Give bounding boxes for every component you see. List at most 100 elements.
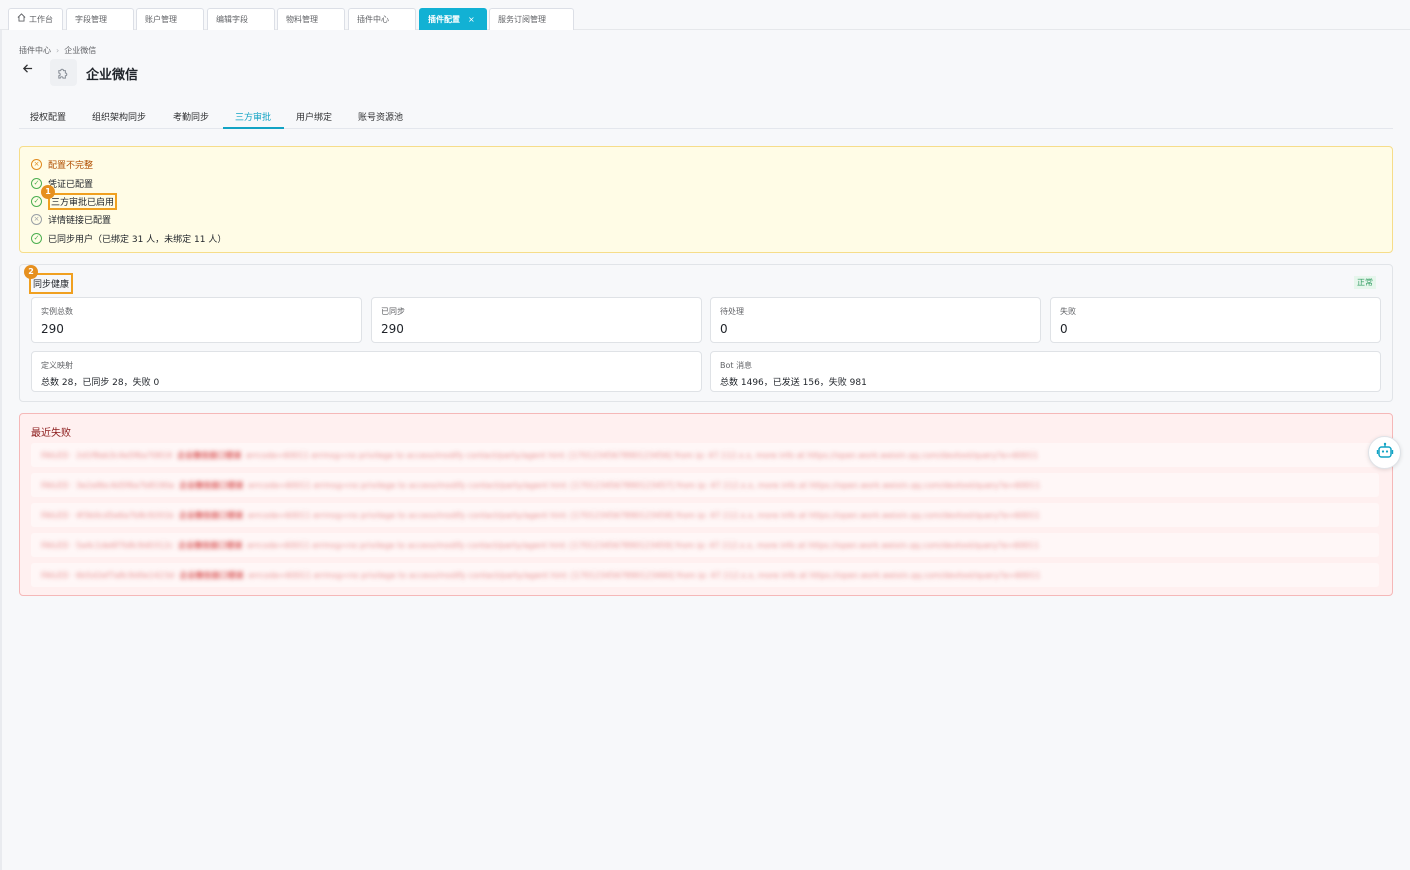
failure-message: errcode=60011 errmsg=no privilege to acc… — [246, 451, 1039, 460]
subtab-bar: 授权配置 组织架构同步 考勤同步 三方审批 用户绑定 账号资源池 — [19, 104, 1393, 129]
check-circle-icon: ✓ — [31, 195, 42, 207]
failure-text: FAILED · 5a4c1de6f7b8c9d0312c 企业微信接口错误 e… — [41, 540, 1039, 551]
close-icon[interactable]: × — [468, 15, 475, 24]
failure-row: FAILED · 5a4c1de6f7b8c9d0312c 企业微信接口错误 e… — [31, 533, 1379, 557]
failure-message: errcode=60011 errmsg=no privilege to acc… — [248, 481, 1041, 490]
checklist-item-text: 凭证已配置 — [48, 179, 94, 190]
failure-text: FAILED · 2d1f8ab3c4e5f6a70819 企业微信接口错误 e… — [41, 450, 1038, 461]
failure-message: errcode=60011 errmsg=no privilege to acc… — [247, 511, 1040, 520]
tab-account-pool[interactable]: 账号资源池 — [358, 110, 403, 123]
chevron-right-icon: › — [56, 46, 60, 55]
stat-value: 290 — [41, 322, 64, 336]
checklist-item-text: 详情链接已配置 — [48, 215, 112, 226]
detail-label: 定义映射 — [41, 361, 73, 370]
stat-synced: 已同步 290 — [371, 297, 702, 343]
failure-id: FAILED · 4f3b0cd5e6a7b8c9201b — [41, 511, 174, 520]
stat-value: 0 — [1060, 322, 1068, 336]
failure-id: FAILED · 6b5d2ef7a8c9d0e1423d — [41, 571, 175, 580]
left-border — [0, 30, 2, 870]
failure-row: FAILED · 2d1f8ab3c4e5f6a70819 企业微信接口错误 e… — [31, 443, 1379, 467]
tab-label: 编辑字段 — [216, 15, 248, 24]
tab-plugin-config[interactable]: 插件配置 × — [419, 8, 487, 30]
tab-attendance-sync[interactable]: 考勤同步 — [173, 110, 209, 123]
checklist-item: ✓ 已同步用户（已绑定 31 人，未绑定 11 人） — [31, 231, 226, 245]
annotation-badge: 2 — [24, 265, 38, 279]
tab-label: 插件中心 — [357, 15, 389, 24]
failure-row: FAILED · 4f3b0cd5e6a7b8c9201b 企业微信接口错误 e… — [31, 503, 1379, 527]
tab-org-sync[interactable]: 组织架构同步 — [92, 110, 146, 123]
breadcrumb-parent[interactable]: 插件中心 — [19, 46, 51, 55]
failure-type: 企业微信接口错误 — [177, 451, 242, 460]
tab-label: 插件配置 — [428, 15, 460, 24]
tab-user-binding[interactable]: 用户绑定 — [296, 110, 332, 123]
detail-bot-messages: Bot 消息 总数 1496，已发送 156，失败 981 — [710, 351, 1381, 392]
home-icon — [17, 9, 26, 30]
tab-material-management[interactable]: 物料管理 — [277, 8, 345, 30]
checklist-item-text: 已同步用户（已绑定 31 人，未绑定 11 人） — [48, 234, 227, 245]
tab-service-subscription[interactable]: 服务订阅管理 — [489, 8, 574, 30]
failure-type: 企业微信接口错误 — [178, 511, 243, 520]
stat-label: 失败 — [1060, 307, 1076, 316]
tab-label: 字段管理 — [75, 15, 107, 24]
stat-pending: 待处理 0 — [710, 297, 1041, 343]
check-circle-icon: ✓ — [31, 177, 42, 189]
stat-value: 290 — [381, 322, 404, 336]
tab-plugin-center[interactable]: 插件中心 — [348, 8, 416, 30]
tab-field-management[interactable]: 字段管理 — [66, 8, 134, 30]
back-arrow-icon[interactable] — [22, 63, 33, 78]
failure-type: 企业微信接口错误 — [178, 541, 243, 550]
recent-failures-panel: 最近失败 FAILED · 2d1f8ab3c4e5f6a70819 企业微信接… — [19, 413, 1393, 596]
status-badge: 正常 — [1354, 276, 1376, 289]
robot-assistant-button[interactable] — [1368, 436, 1401, 469]
failure-row: FAILED · 6b5d2ef7a8c9d0e1423d 企业微信接口错误 e… — [31, 563, 1379, 587]
warning-circle-icon: × — [31, 158, 42, 170]
stat-failed: 失败 0 — [1050, 297, 1381, 343]
failure-text: FAILED · 6b5d2ef7a8c9d0e1423d 企业微信接口错误 e… — [41, 570, 1040, 581]
check-circle-icon: ✓ — [31, 232, 42, 244]
stat-label: 待处理 — [720, 307, 744, 316]
tab-edit-field[interactable]: 编辑字段 — [207, 8, 275, 30]
active-tab-indicator — [223, 127, 284, 129]
tab-account-management[interactable]: 账户管理 — [136, 8, 204, 30]
failure-type: 企业微信接口错误 — [179, 481, 244, 490]
x-circle-icon: × — [31, 213, 42, 225]
tab-label: 服务订阅管理 — [498, 15, 546, 24]
detail-value: 总数 1496，已发送 156，失败 981 — [720, 378, 867, 388]
top-tab-bar: 工作台 字段管理 账户管理 编辑字段 物料管理 插件中心 插件配置 × 服务订阅管… — [0, 0, 1410, 30]
tab-workbench[interactable]: 工作台 — [8, 8, 63, 30]
stat-label: 已同步 — [381, 307, 405, 316]
breadcrumb: 插件中心 › 企业微信 — [19, 45, 96, 56]
tab-label: 工作台 — [29, 15, 53, 24]
breadcrumb-current: 企业微信 — [64, 46, 97, 55]
checklist-title-text: 配置不完整 — [48, 160, 94, 171]
detail-value: 总数 28，已同步 28，失败 0 — [41, 378, 160, 388]
plugin-icon — [50, 59, 77, 86]
failure-id: FAILED · 5a4c1de6f7b8c9d0312c — [41, 541, 174, 550]
checklist-item-text: 三方审批已启用 — [48, 192, 118, 210]
page-title: 企业微信 — [86, 68, 139, 83]
failure-id: FAILED · 3e2a9bc4d5f6a7b8190a — [41, 481, 175, 490]
robot-icon — [1376, 442, 1394, 463]
checklist-item: × 详情链接已配置 — [31, 212, 111, 226]
tab-label: 物料管理 — [286, 15, 318, 24]
tab-auth-config[interactable]: 授权配置 — [30, 110, 66, 123]
failure-type: 企业微信接口错误 — [179, 571, 244, 580]
failure-text: FAILED · 3e2a9bc4d5f6a7b8190a 企业微信接口错误 e… — [41, 480, 1040, 491]
stat-total-instances: 实例总数 290 — [31, 297, 362, 343]
checklist-item: ✓ 凭证已配置 — [31, 176, 93, 190]
failure-row: FAILED · 3e2a9bc4d5f6a7b8190a 企业微信接口错误 e… — [31, 473, 1379, 497]
annotation-badge: 1 — [41, 185, 55, 199]
failure-id: FAILED · 2d1f8ab3c4e5f6a70819 — [41, 451, 172, 460]
sync-health-panel: 同步健康 2 正常 实例总数 290 已同步 290 待处理 0 失败 0 定义… — [19, 264, 1393, 402]
tab-label: 账户管理 — [145, 15, 177, 24]
stat-value: 0 — [720, 322, 728, 336]
detail-label: Bot 消息 — [720, 361, 753, 370]
config-checklist: × 配置不完整 ✓ 凭证已配置 ✓ 三方审批已启用 × 详情链接已配置 ✓ 已同步用户（已… — [19, 146, 1393, 253]
checklist-title: × 配置不完整 — [31, 157, 93, 171]
failure-text: FAILED · 4f3b0cd5e6a7b8c9201b 企业微信接口错误 e… — [41, 510, 1040, 521]
tab-third-party-approval[interactable]: 三方审批 — [235, 110, 271, 123]
failure-message: errcode=60011 errmsg=no privilege to acc… — [248, 571, 1041, 580]
detail-definition-mapping: 定义映射 总数 28，已同步 28，失败 0 — [31, 351, 702, 392]
failure-message: errcode=60011 errmsg=no privilege to acc… — [247, 541, 1040, 550]
failures-title: 最近失败 — [31, 428, 71, 439]
